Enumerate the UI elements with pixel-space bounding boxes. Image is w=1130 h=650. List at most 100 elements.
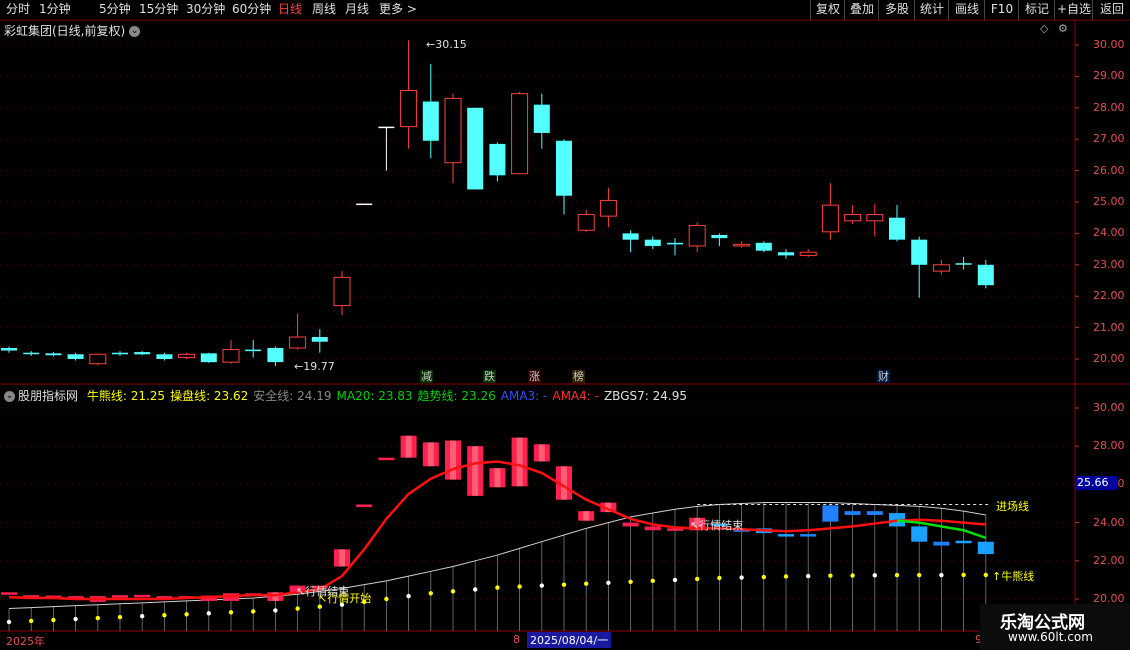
bull-bear-dot	[539, 583, 544, 588]
indicator-name: 股朋指标网	[18, 389, 79, 403]
chevron-down-icon[interactable]: ⌄	[4, 391, 15, 402]
candle-body-down	[889, 217, 905, 240]
candle-body-up	[688, 225, 706, 247]
bull-bear-dot	[761, 574, 766, 580]
candle-body-down	[311, 337, 328, 342]
ind-bar	[489, 468, 506, 488]
year-label: 2025年	[6, 635, 45, 648]
ind-item-safe: 安全线: 24.19	[253, 389, 332, 403]
candle-body-down	[644, 239, 661, 246]
bull-bear-dot	[983, 572, 988, 578]
ind-bar	[778, 534, 794, 537]
price-axis-label: 29.00	[1093, 69, 1125, 83]
candle-body-down	[267, 348, 284, 363]
ind-item-ama3: AMA3: -	[500, 389, 548, 403]
candle-body-up	[511, 93, 529, 175]
candle-body-down	[200, 353, 217, 363]
candle-body-down	[778, 252, 794, 256]
ind-bar	[1, 592, 17, 595]
ind-bar	[134, 594, 151, 598]
indicator-title[interactable]: ⌄ 股朋指标网 牛熊线: 21.25 操盘线: 23.62 安全线: 24.19 MA2…	[4, 387, 692, 404]
ind-bar-body	[977, 541, 994, 555]
candle-body-down	[622, 233, 639, 240]
ind-bar	[911, 526, 928, 542]
ind-bar-body	[1, 592, 17, 595]
bull-bear-dot	[450, 589, 456, 594]
cursor-date-label: 2025/08/04/一	[527, 632, 612, 648]
candle-body-up	[844, 214, 862, 222]
ind-bar	[467, 446, 484, 496]
annotation-end-text: 行情结束	[699, 519, 744, 532]
candle-body-up	[577, 214, 595, 231]
ind-bar	[533, 444, 550, 462]
price-axis-label: 28.00	[1093, 100, 1125, 114]
event-mark-rank[interactable]: 榜	[572, 370, 585, 383]
bull-bear-dot	[384, 596, 389, 602]
bull-bear-dot	[561, 582, 567, 587]
event-mark-fall[interactable]: 跌	[483, 370, 496, 383]
high-price-value: 30.15	[435, 38, 467, 51]
bull-bear-dot	[628, 579, 633, 585]
bull-bear-dot	[495, 585, 500, 590]
ind-bar-highlight	[472, 446, 479, 496]
kline-chart-canvas[interactable]	[0, 0, 1130, 650]
bull-bear-dot	[6, 619, 12, 625]
candle-body-up	[444, 97, 462, 164]
month-label: 8	[513, 633, 520, 646]
diamond-icon[interactable]: ◇	[1040, 22, 1048, 35]
entry-line-label: 进场线	[996, 500, 1029, 513]
annotation-start-end: ↖行情结束	[296, 585, 350, 598]
ind-bar	[955, 540, 972, 544]
ind-bar-body	[378, 457, 395, 461]
ind-bar-body	[822, 505, 839, 522]
ind-bar-body	[622, 522, 639, 527]
ind-bar	[578, 511, 595, 521]
ind-bar	[378, 457, 395, 461]
bull-bear-dot	[51, 617, 56, 623]
bull-bear-dot	[806, 573, 811, 579]
candle-body-up	[222, 349, 240, 363]
bull-bear-dot	[739, 575, 744, 580]
bull-bear-dot	[251, 609, 256, 614]
gear-icon[interactable]: ⚙	[1058, 22, 1068, 35]
bull-bear-dot	[939, 572, 944, 578]
logo-url: www.60lt.com	[1008, 630, 1093, 644]
bull-bear-dot	[828, 573, 833, 578]
ind-item-trend: 趋势线: 23.26	[417, 389, 496, 403]
candle-body-down	[112, 352, 128, 355]
event-mark-reduce[interactable]: 减	[420, 370, 433, 383]
candle-body-up	[89, 353, 107, 365]
bull-bear-dot	[95, 615, 101, 621]
ind-bar	[356, 504, 373, 507]
bull-bear-dot	[73, 616, 78, 622]
low-price-label: ←19.77	[294, 360, 335, 373]
ind-bar-body	[800, 534, 817, 537]
candle-body-up	[599, 199, 617, 217]
bull-bear-dot	[184, 612, 189, 617]
bull-bear-dot	[406, 593, 411, 599]
ind-item-zbgs7: ZBGS7: 24.95	[603, 389, 687, 403]
ind-bar-body	[778, 534, 794, 537]
candle-body-down	[955, 263, 972, 265]
ind-axis-label: 24.00	[1093, 515, 1125, 529]
ind-bar	[844, 511, 861, 515]
ind-bar	[800, 534, 817, 537]
event-mark-rise[interactable]: 涨	[528, 370, 541, 383]
ind-bar-highlight	[272, 592, 279, 601]
candle-body-down	[422, 101, 439, 141]
ind-item-ama4: AMA4: -	[552, 389, 599, 403]
bull-bear-line-text: 牛熊线	[1001, 570, 1035, 583]
candle-body-down	[45, 353, 62, 356]
bull-bear-dot	[295, 606, 300, 611]
ind-bar-body	[933, 541, 950, 546]
bull-bear-dot	[273, 608, 278, 613]
bull-bear-dot	[206, 611, 211, 616]
ind-bar	[445, 440, 461, 480]
annotation-start-end-text: 行情结束	[305, 585, 350, 598]
event-mark-finance[interactable]: 财	[877, 370, 890, 383]
bull-bear-dot	[894, 572, 900, 578]
bull-bear-dot	[783, 574, 789, 579]
bull-bear-dot	[29, 618, 34, 624]
ind-bar	[933, 541, 950, 546]
candle-body-down	[356, 203, 373, 206]
